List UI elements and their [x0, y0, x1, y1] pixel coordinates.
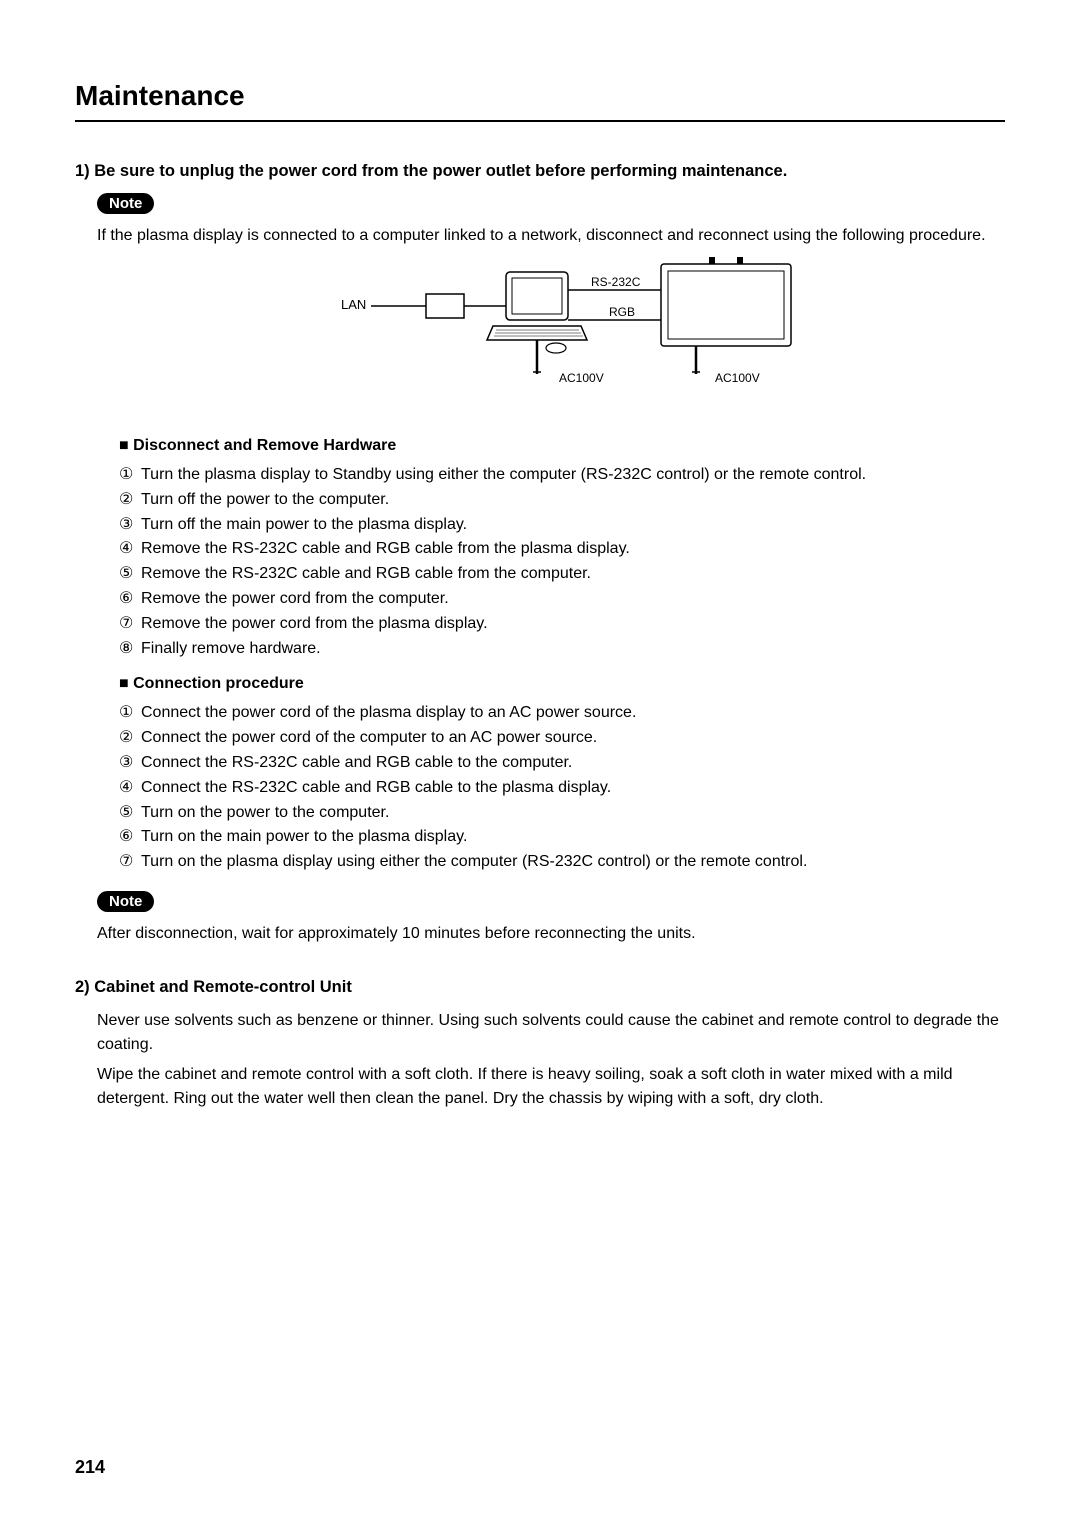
list-item: ④Connect the RS-232C cable and RGB cable…	[119, 776, 1005, 801]
note-badge: Note	[97, 193, 154, 214]
page: Maintenance 1) Be sure to unplug the pow…	[0, 0, 1080, 1528]
list-item: ⑥Turn on the main power to the plasma di…	[119, 825, 1005, 850]
step-text: Connect the power cord of the plasma dis…	[141, 701, 636, 726]
step-text: Connect the power cord of the computer t…	[141, 726, 597, 751]
connect-heading: ■ Connection procedure	[119, 675, 1005, 693]
step-number: ⑦	[119, 850, 141, 875]
diagram-rs232c-label: RS-232C	[591, 275, 641, 289]
step-text: Remove the power cord from the computer.	[141, 587, 449, 612]
step-number: ④	[119, 537, 141, 562]
step-text: Turn the plasma display to Standby using…	[141, 463, 866, 488]
step-text: Connect the RS-232C cable and RGB cable …	[141, 776, 611, 801]
list-item: ⑦Remove the power cord from the plasma d…	[119, 612, 1005, 637]
step-text: Turn on the plasma display using either …	[141, 850, 807, 875]
step-text: Remove the RS-232C cable and RGB cable f…	[141, 537, 630, 562]
diagram-svg: LAN RS-232C RGB	[301, 254, 801, 414]
list-item: ⑥Remove the power cord from the computer…	[119, 587, 1005, 612]
connect-steps: ①Connect the power cord of the plasma di…	[119, 701, 1005, 875]
step-number: ①	[119, 463, 141, 488]
page-number: 214	[75, 1457, 105, 1478]
list-item: ②Turn off the power to the computer.	[119, 488, 1005, 513]
list-item: ⑤Turn on the power to the computer.	[119, 801, 1005, 826]
step-number: ⑥	[119, 587, 141, 612]
list-item: ①Connect the power cord of the plasma di…	[119, 701, 1005, 726]
list-item: ⑦Turn on the plasma display using either…	[119, 850, 1005, 875]
section2-p1: Never use solvents such as benzene or th…	[97, 1009, 1005, 1057]
step-number: ①	[119, 701, 141, 726]
step-text: Finally remove hardware.	[141, 637, 321, 662]
diagram-rgb-label: RGB	[609, 305, 635, 319]
page-title: Maintenance	[75, 80, 1005, 122]
step-text: Remove the RS-232C cable and RGB cable f…	[141, 562, 591, 587]
section2-body: Never use solvents such as benzene or th…	[97, 1009, 1005, 1111]
diagram-ac2-label: AC100V	[715, 371, 760, 385]
section1-heading: 1) Be sure to unplug the power cord from…	[75, 162, 1005, 181]
diagram-lan-label: LAN	[341, 297, 366, 312]
section2-heading: 2) Cabinet and Remote-control Unit	[75, 978, 1005, 997]
step-text: Turn on the power to the computer.	[141, 801, 389, 826]
section2-p2: Wipe the cabinet and remote control with…	[97, 1063, 1005, 1111]
note-badge: Note	[97, 891, 154, 912]
note-text: If the plasma display is connected to a …	[97, 224, 1005, 248]
step-number: ⑦	[119, 612, 141, 637]
step-number: ⑧	[119, 637, 141, 662]
step-number: ⑤	[119, 562, 141, 587]
step-number: ⑥	[119, 825, 141, 850]
step-text: Connect the RS-232C cable and RGB cable …	[141, 751, 572, 776]
diagram-ac1-label: AC100V	[559, 371, 604, 385]
step-number: ②	[119, 726, 141, 751]
list-item: ④Remove the RS-232C cable and RGB cable …	[119, 537, 1005, 562]
disconnect-heading: ■ Disconnect and Remove Hardware	[119, 437, 1005, 455]
step-text: Turn off the main power to the plasma di…	[141, 513, 467, 538]
list-item: ⑤Remove the RS-232C cable and RGB cable …	[119, 562, 1005, 587]
section1-body: Note If the plasma display is connected …	[97, 193, 1005, 946]
step-text: Remove the power cord from the plasma di…	[141, 612, 488, 637]
step-number: ③	[119, 513, 141, 538]
step-number: ②	[119, 488, 141, 513]
step-text: Turn on the main power to the plasma dis…	[141, 825, 467, 850]
note2-text: After disconnection, wait for approximat…	[97, 922, 1005, 946]
disconnect-block: ■ Disconnect and Remove Hardware ①Turn t…	[119, 437, 1005, 875]
step-text: Turn off the power to the computer.	[141, 488, 389, 513]
step-number: ③	[119, 751, 141, 776]
disconnect-steps: ①Turn the plasma display to Standby usin…	[119, 463, 1005, 661]
list-item: ③Turn off the main power to the plasma d…	[119, 513, 1005, 538]
step-number: ④	[119, 776, 141, 801]
connection-diagram: LAN RS-232C RGB	[97, 254, 1005, 419]
list-item: ②Connect the power cord of the computer …	[119, 726, 1005, 751]
step-number: ⑤	[119, 801, 141, 826]
list-item: ①Turn the plasma display to Standby usin…	[119, 463, 1005, 488]
list-item: ⑧Finally remove hardware.	[119, 637, 1005, 662]
list-item: ③Connect the RS-232C cable and RGB cable…	[119, 751, 1005, 776]
